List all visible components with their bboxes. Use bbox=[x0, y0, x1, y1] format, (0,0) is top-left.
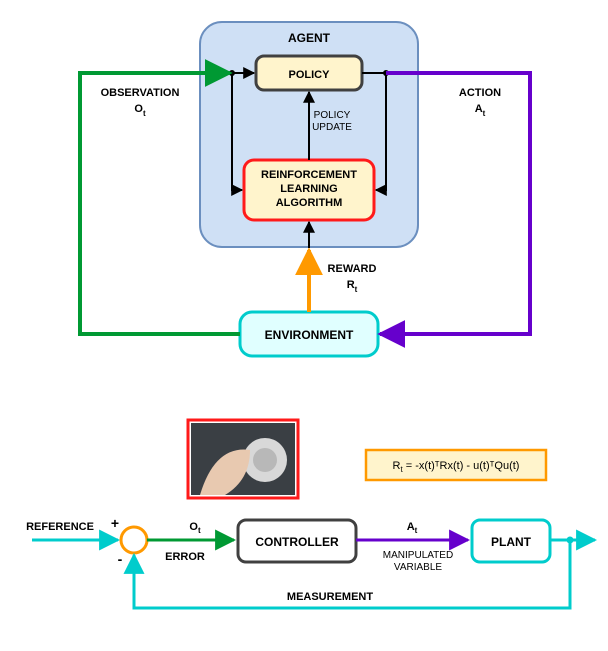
policy-label: POLICY bbox=[289, 69, 331, 81]
reward-l2: Rt bbox=[347, 279, 358, 294]
minus-sign: - bbox=[118, 551, 123, 567]
action-l2: At bbox=[475, 103, 486, 118]
environment-label: ENVIRONMENT bbox=[265, 328, 354, 342]
policy-update-l2: UPDATE bbox=[312, 122, 352, 133]
measurement-label: MEASUREMENT bbox=[287, 591, 373, 603]
error-label: ERROR bbox=[165, 551, 205, 563]
manip-l2: VARIABLE bbox=[394, 562, 442, 573]
knob-photo bbox=[191, 423, 295, 495]
agent-label: AGENT bbox=[288, 31, 331, 45]
A-label: At bbox=[407, 521, 418, 535]
reward-l1: REWARD bbox=[328, 263, 377, 275]
manip-l1: MANIPULATED bbox=[383, 550, 453, 561]
action-l1: ACTION bbox=[459, 87, 501, 99]
observation-l1: OBSERVATION bbox=[101, 87, 180, 99]
reference-label: REFERENCE bbox=[26, 521, 94, 533]
observation-l2: Ot bbox=[134, 103, 146, 118]
diagram-canvas: AGENT POLICY REINFORCEMENT LEARNING ALGO… bbox=[0, 0, 608, 651]
summing-junction bbox=[121, 527, 147, 553]
plant-label: PLANT bbox=[491, 535, 532, 549]
rl-alg-l1: REINFORCEMENT bbox=[261, 169, 357, 181]
plus-sign: + bbox=[111, 515, 119, 531]
error-O: Ot bbox=[189, 521, 201, 535]
reward-equation: Rt = -x(t)ᵀRx(t) - u(t)ᵀQu(t) bbox=[393, 460, 520, 474]
policy-update-l1: POLICY bbox=[314, 110, 351, 121]
rl-alg-l3: ALGORITHM bbox=[276, 197, 343, 209]
controller-label: CONTROLLER bbox=[255, 535, 339, 549]
rl-alg-l2: LEARNING bbox=[280, 183, 337, 195]
